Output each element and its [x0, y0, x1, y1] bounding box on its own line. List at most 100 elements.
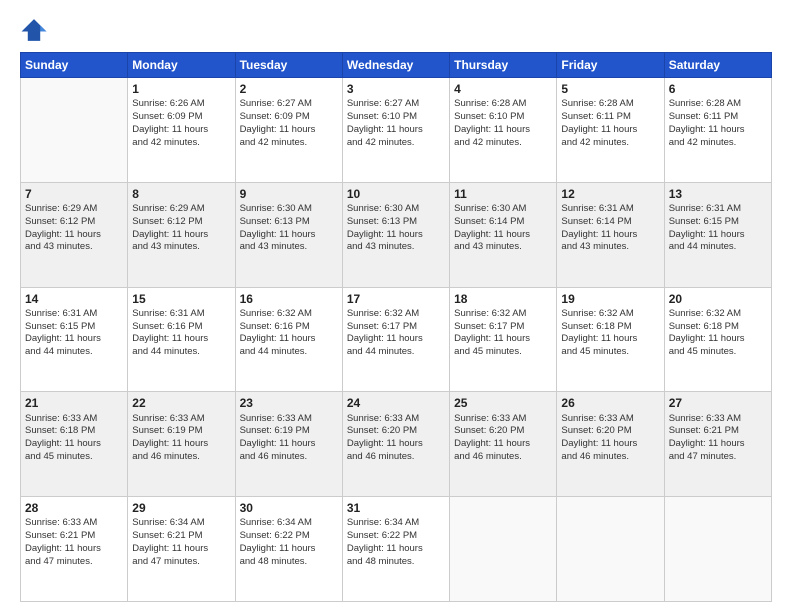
day-number: 19 — [561, 291, 659, 307]
calendar-cell: 24 Sunrise: 6:33 AM Sunset: 6:20 PM Dayli… — [342, 392, 449, 497]
day-info: Sunrise: 6:34 AM Sunset: 6:22 PM Dayligh… — [347, 517, 445, 568]
calendar-cell: 17Sunrise: 6:32 AM Sunset: 6:17 PM Dayli… — [342, 287, 449, 392]
calendar-cell: 11Sunrise: 6:30 AM Sunset: 6:14 PM Dayli… — [450, 182, 557, 287]
calendar-cell: 29Sunrise: 6:34 AM Sunset: 6:21 PM Dayli… — [128, 497, 235, 602]
calendar-cell: 27 Sunrise: 6:33 AM Sunset: 6:21 PM Dayli… — [664, 392, 771, 497]
day-info: Sunrise: 6:30 AM Sunset: 6:13 PM Dayligh… — [240, 203, 338, 254]
weekday-header: Saturday — [664, 53, 771, 78]
day-info: Sunrise: 6:32 AM Sunset: 6:16 PM Dayligh… — [240, 308, 338, 359]
day-info: Sunrise: 6:28 AM Sunset: 6:11 PM Dayligh… — [561, 98, 659, 149]
calendar-cell: 12Sunrise: 6:31 AM Sunset: 6:14 PM Dayli… — [557, 182, 664, 287]
calendar-cell — [450, 497, 557, 602]
calendar-cell: 4Sunrise: 6:28 AM Sunset: 6:10 PM Daylig… — [450, 78, 557, 183]
day-info: Sunrise: 6:33 AM Sunset: 6:20 PM Dayligh… — [454, 413, 552, 464]
header — [20, 16, 772, 44]
day-number: 16 — [240, 291, 338, 307]
calendar-cell: 15Sunrise: 6:31 AM Sunset: 6:16 PM Dayli… — [128, 287, 235, 392]
day-number: 9 — [240, 186, 338, 202]
day-number: 22 — [132, 395, 230, 411]
day-info: Sunrise: 6:31 AM Sunset: 6:16 PM Dayligh… — [132, 308, 230, 359]
calendar-body: 1Sunrise: 6:26 AM Sunset: 6:09 PM Daylig… — [21, 78, 772, 602]
weekday-header: Sunday — [21, 53, 128, 78]
calendar-cell: 31Sunrise: 6:34 AM Sunset: 6:22 PM Dayli… — [342, 497, 449, 602]
day-number: 24 — [347, 395, 445, 411]
calendar-cell: 1Sunrise: 6:26 AM Sunset: 6:09 PM Daylig… — [128, 78, 235, 183]
day-number: 29 — [132, 500, 230, 516]
day-info: Sunrise: 6:29 AM Sunset: 6:12 PM Dayligh… — [132, 203, 230, 254]
day-info: Sunrise: 6:28 AM Sunset: 6:10 PM Dayligh… — [454, 98, 552, 149]
calendar-cell: 9Sunrise: 6:30 AM Sunset: 6:13 PM Daylig… — [235, 182, 342, 287]
calendar-cell: 18Sunrise: 6:32 AM Sunset: 6:17 PM Dayli… — [450, 287, 557, 392]
day-number: 31 — [347, 500, 445, 516]
day-number: 3 — [347, 81, 445, 97]
calendar-cell: 20Sunrise: 6:32 AM Sunset: 6:18 PM Dayli… — [664, 287, 771, 392]
day-info: Sunrise: 6:31 AM Sunset: 6:15 PM Dayligh… — [25, 308, 123, 359]
calendar-cell: 8Sunrise: 6:29 AM Sunset: 6:12 PM Daylig… — [128, 182, 235, 287]
calendar-cell: 5Sunrise: 6:28 AM Sunset: 6:11 PM Daylig… — [557, 78, 664, 183]
day-number: 26 — [561, 395, 659, 411]
day-number: 7 — [25, 186, 123, 202]
day-info: Sunrise: 6:30 AM Sunset: 6:13 PM Dayligh… — [347, 203, 445, 254]
calendar-cell — [664, 497, 771, 602]
calendar-cell: 10Sunrise: 6:30 AM Sunset: 6:13 PM Dayli… — [342, 182, 449, 287]
day-info: Sunrise: 6:33 AM Sunset: 6:21 PM Dayligh… — [669, 413, 767, 464]
day-info: Sunrise: 6:33 AM Sunset: 6:18 PM Dayligh… — [25, 413, 123, 464]
day-number: 23 — [240, 395, 338, 411]
day-number: 10 — [347, 186, 445, 202]
calendar-cell: 14Sunrise: 6:31 AM Sunset: 6:15 PM Dayli… — [21, 287, 128, 392]
calendar-cell: 23Sunrise: 6:33 AM Sunset: 6:19 PM Dayli… — [235, 392, 342, 497]
day-info: Sunrise: 6:26 AM Sunset: 6:09 PM Dayligh… — [132, 98, 230, 149]
calendar-cell: 16Sunrise: 6:32 AM Sunset: 6:16 PM Dayli… — [235, 287, 342, 392]
calendar-table: SundayMondayTuesdayWednesdayThursdayFrid… — [20, 52, 772, 602]
day-info: Sunrise: 6:34 AM Sunset: 6:21 PM Dayligh… — [132, 517, 230, 568]
calendar-header: SundayMondayTuesdayWednesdayThursdayFrid… — [21, 53, 772, 78]
day-number: 27 — [669, 395, 767, 411]
calendar-cell: 21Sunrise: 6:33 AM Sunset: 6:18 PM Dayli… — [21, 392, 128, 497]
weekday-header: Monday — [128, 53, 235, 78]
page: SundayMondayTuesdayWednesdayThursdayFrid… — [0, 0, 792, 612]
day-info: Sunrise: 6:27 AM Sunset: 6:10 PM Dayligh… — [347, 98, 445, 149]
calendar-week-row: 7 Sunrise: 6:29 AM Sunset: 6:12 PM Daylig… — [21, 182, 772, 287]
day-info: Sunrise: 6:33 AM Sunset: 6:20 PM Dayligh… — [561, 413, 659, 464]
day-number: 2 — [240, 81, 338, 97]
calendar-cell: 25 Sunrise: 6:33 AM Sunset: 6:20 PM Dayli… — [450, 392, 557, 497]
day-number: 11 — [454, 186, 552, 202]
day-info: Sunrise: 6:31 AM Sunset: 6:14 PM Dayligh… — [561, 203, 659, 254]
day-number: 28 — [25, 500, 123, 516]
calendar-cell: 22Sunrise: 6:33 AM Sunset: 6:19 PM Dayli… — [128, 392, 235, 497]
day-info: Sunrise: 6:32 AM Sunset: 6:17 PM Dayligh… — [454, 308, 552, 359]
calendar-cell: 3Sunrise: 6:27 AM Sunset: 6:10 PM Daylig… — [342, 78, 449, 183]
day-number: 5 — [561, 81, 659, 97]
day-info: Sunrise: 6:31 AM Sunset: 6:15 PM Dayligh… — [669, 203, 767, 254]
day-info: Sunrise: 6:32 AM Sunset: 6:18 PM Dayligh… — [561, 308, 659, 359]
day-number: 13 — [669, 186, 767, 202]
calendar-week-row: 28Sunrise: 6:33 AM Sunset: 6:21 PM Dayli… — [21, 497, 772, 602]
day-info: Sunrise: 6:28 AM Sunset: 6:11 PM Dayligh… — [669, 98, 767, 149]
calendar-cell: 6Sunrise: 6:28 AM Sunset: 6:11 PM Daylig… — [664, 78, 771, 183]
logo-icon — [20, 16, 48, 44]
calendar-week-row: 21Sunrise: 6:33 AM Sunset: 6:18 PM Dayli… — [21, 392, 772, 497]
calendar-cell: 30Sunrise: 6:34 AM Sunset: 6:22 PM Dayli… — [235, 497, 342, 602]
day-number: 17 — [347, 291, 445, 307]
day-number: 4 — [454, 81, 552, 97]
calendar-cell: 26 Sunrise: 6:33 AM Sunset: 6:20 PM Dayli… — [557, 392, 664, 497]
day-number: 30 — [240, 500, 338, 516]
day-info: Sunrise: 6:33 AM Sunset: 6:20 PM Dayligh… — [347, 413, 445, 464]
calendar-cell: 7Sunrise: 6:29 AM Sunset: 6:12 PM Daylig… — [21, 182, 128, 287]
calendar-cell: 19Sunrise: 6:32 AM Sunset: 6:18 PM Dayli… — [557, 287, 664, 392]
weekday-row: SundayMondayTuesdayWednesdayThursdayFrid… — [21, 53, 772, 78]
day-info: Sunrise: 6:34 AM Sunset: 6:22 PM Dayligh… — [240, 517, 338, 568]
day-number: 25 — [454, 395, 552, 411]
day-number: 1 — [132, 81, 230, 97]
day-number: 12 — [561, 186, 659, 202]
day-number: 18 — [454, 291, 552, 307]
calendar-cell — [21, 78, 128, 183]
day-info: Sunrise: 6:32 AM Sunset: 6:18 PM Dayligh… — [669, 308, 767, 359]
calendar-week-row: 14Sunrise: 6:31 AM Sunset: 6:15 PM Dayli… — [21, 287, 772, 392]
day-info: Sunrise: 6:33 AM Sunset: 6:21 PM Dayligh… — [25, 517, 123, 568]
day-number: 6 — [669, 81, 767, 97]
logo — [20, 16, 50, 44]
day-info: Sunrise: 6:32 AM Sunset: 6:17 PM Dayligh… — [347, 308, 445, 359]
day-number: 8 — [132, 186, 230, 202]
day-number: 15 — [132, 291, 230, 307]
